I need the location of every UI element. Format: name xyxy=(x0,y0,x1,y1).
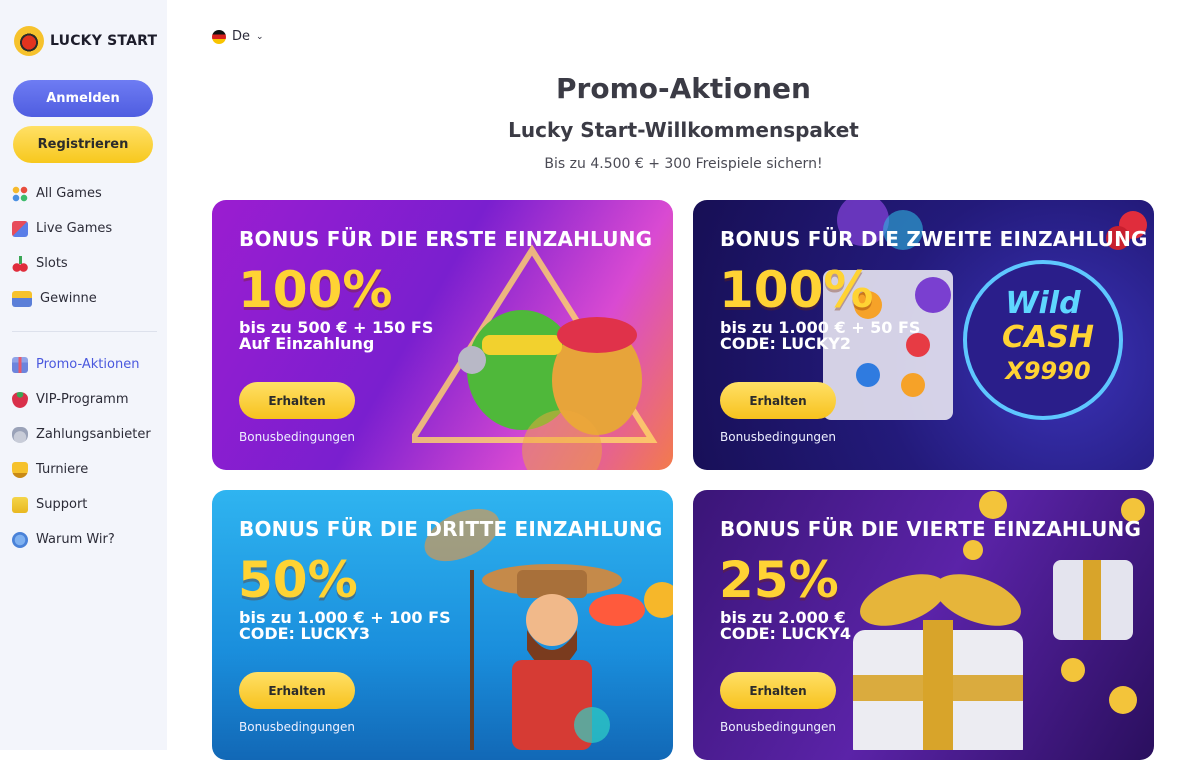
nav-label: VIP-Programm xyxy=(36,392,129,407)
trophy-icon xyxy=(12,461,28,478)
chevron-down-icon: ⌄ xyxy=(256,31,264,42)
bonus-percent: 50% xyxy=(238,551,358,609)
nav-item-all-games[interactable]: All Games xyxy=(12,176,162,211)
bonus-terms-link[interactable]: Bonusbedingungen xyxy=(239,720,355,734)
gift-icon xyxy=(12,356,28,373)
live-games-icon xyxy=(12,220,28,237)
cherries-icon xyxy=(12,255,28,272)
nav-item-tournaments[interactable]: Turniere xyxy=(12,452,162,487)
secondary-nav: Promo-Aktionen VIP-Programm Zahlungsanbi… xyxy=(12,347,162,557)
strawberry-icon xyxy=(12,391,28,408)
nav-item-promotions[interactable]: Promo-Aktionen xyxy=(12,347,162,382)
register-button[interactable]: Registrieren xyxy=(13,126,153,163)
nav-item-why-us[interactable]: Warum Wir? xyxy=(12,522,162,557)
nav-item-winners[interactable]: Gewinne xyxy=(12,281,162,316)
all-games-icon xyxy=(12,185,28,202)
bonus-terms-link[interactable]: Bonusbedingungen xyxy=(720,720,836,734)
bonus-code: CODE: LUCKY4 xyxy=(720,624,851,643)
language-label: De xyxy=(232,29,251,44)
bonus-code: Auf Einzahlung xyxy=(239,334,375,353)
sidebar: LUCKY START Anmelden Registrieren All Ga… xyxy=(0,0,167,750)
main-nav: All Games Live Games Slots Gewinne xyxy=(12,176,162,316)
language-selector[interactable]: De ⌄ xyxy=(212,29,264,44)
bonus-card-first-deposit: BONUS FÜR DIE ERSTE EINZAHLUNG 100% bis … xyxy=(212,200,673,470)
nav-label: Live Games xyxy=(36,221,113,236)
bonus-terms-link[interactable]: Bonusbedingungen xyxy=(239,430,355,444)
brand-logo[interactable]: LUCKY START xyxy=(14,26,157,56)
claim-bonus-button[interactable]: Erhalten xyxy=(720,672,836,709)
nav-item-live-games[interactable]: Live Games xyxy=(12,211,162,246)
brand-name: LUCKY START xyxy=(50,33,158,49)
nav-label: Turniere xyxy=(36,462,89,477)
nav-item-payment[interactable]: Zahlungsanbieter xyxy=(12,417,162,452)
bonus-code: CODE: LUCKY3 xyxy=(239,624,370,643)
nav-label: Support xyxy=(36,497,88,512)
bonus-card-third-deposit: BONUS FÜR DIE DRITTE EINZAHLUNG 50% bis … xyxy=(212,490,673,760)
nav-item-support[interactable]: Support xyxy=(12,487,162,522)
wild-cash-logo-text2: CASH xyxy=(1002,320,1094,355)
wild-cash-logo-text: Wild xyxy=(1005,286,1081,321)
nav-divider xyxy=(12,331,157,332)
claim-bonus-button[interactable]: Erhalten xyxy=(239,382,355,419)
frog-singers-illustration xyxy=(412,244,658,470)
page-subtitle: Lucky Start-Willkommenspaket xyxy=(508,118,859,142)
card-title: BONUS FÜR DIE DRITTE EINZAHLUNG xyxy=(239,517,663,541)
bonus-percent: 100% xyxy=(719,261,874,319)
question-icon xyxy=(12,531,28,548)
card-title: BONUS FÜR DIE ERSTE EINZAHLUNG xyxy=(239,227,653,251)
nav-label: Gewinne xyxy=(40,291,97,306)
bonus-card-fourth-deposit: BONUS FÜR DIE VIERTE EINZAHLUNG 25% bis … xyxy=(693,490,1154,760)
claim-bonus-button[interactable]: Erhalten xyxy=(720,382,836,419)
bonus-percent: 100% xyxy=(238,261,393,319)
nav-item-vip[interactable]: VIP-Programm xyxy=(12,382,162,417)
money-bag-icon xyxy=(12,426,28,443)
nav-label: Warum Wir? xyxy=(36,532,115,547)
ladybug-logo-icon xyxy=(14,26,44,56)
nav-label: Zahlungsanbieter xyxy=(36,427,151,442)
support-chat-icon xyxy=(12,496,28,513)
bonus-terms-link[interactable]: Bonusbedingungen xyxy=(720,430,836,444)
bonus-percent: 25% xyxy=(719,551,839,609)
claim-bonus-button[interactable]: Erhalten xyxy=(239,672,355,709)
bonus-code: CODE: LUCKY2 xyxy=(720,334,851,353)
wild-cash-logo-text3: X9990 xyxy=(1005,357,1091,385)
nav-label: Promo-Aktionen xyxy=(36,357,140,372)
nav-item-slots[interactable]: Slots xyxy=(12,246,162,281)
page-tagline: Bis zu 4.500 € + 300 Freispiele sichern! xyxy=(544,156,823,172)
trophy-stand-icon xyxy=(12,290,32,307)
card-title: BONUS FÜR DIE ZWEITE EINZAHLUNG xyxy=(720,227,1148,251)
login-button[interactable]: Anmelden xyxy=(13,80,153,117)
nav-label: All Games xyxy=(36,186,102,201)
nav-label: Slots xyxy=(36,256,68,271)
germany-flag-icon xyxy=(212,29,226,44)
bonus-card-second-deposit: Wild CASH X9990 BONUS FÜR DIE ZWEITE EIN… xyxy=(693,200,1154,470)
page-title: Promo-Aktionen xyxy=(556,72,811,105)
card-title: BONUS FÜR DIE VIERTE EINZAHLUNG xyxy=(720,517,1142,541)
